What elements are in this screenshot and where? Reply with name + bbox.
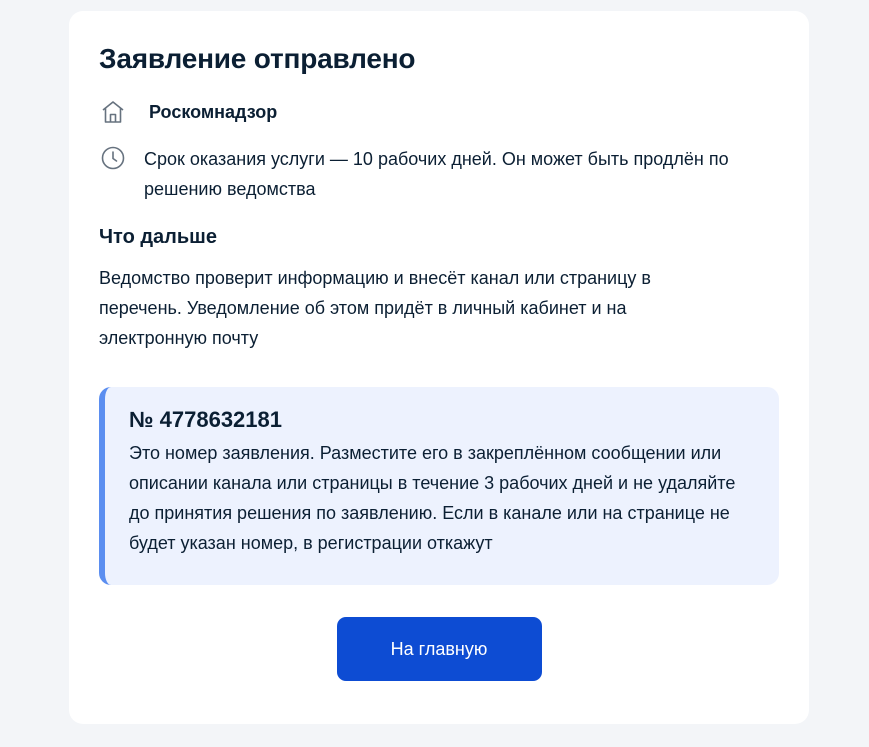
next-steps-text: Ведомство проверит информацию и внесёт к… xyxy=(99,268,651,348)
application-number: № 4778632181 xyxy=(129,407,282,432)
service-term-text: Срок оказания услуги — 10 рабочих дней. … xyxy=(144,149,729,199)
application-number-notice: № 4778632181 Это номер заявления. Размес… xyxy=(99,387,779,585)
button-container: На главную xyxy=(99,617,779,681)
page-title: Заявление отправлено xyxy=(99,43,416,74)
service-term-row: Срок оказания услуги — 10 рабочих дней. … xyxy=(99,144,779,204)
home-button[interactable]: На главную xyxy=(336,617,542,681)
clock-icon xyxy=(99,144,127,172)
application-sent-card: Заявление отправлено Роскомнадзор Срок о… xyxy=(69,11,809,724)
building-icon xyxy=(99,98,127,126)
organization-row: Роскомнадзор xyxy=(99,98,779,126)
application-number-instructions: Это номер заявления. Разместите его в за… xyxy=(129,443,736,553)
next-steps-heading: Что дальше xyxy=(99,226,217,248)
organization-name: Роскомнадзор xyxy=(149,102,278,122)
